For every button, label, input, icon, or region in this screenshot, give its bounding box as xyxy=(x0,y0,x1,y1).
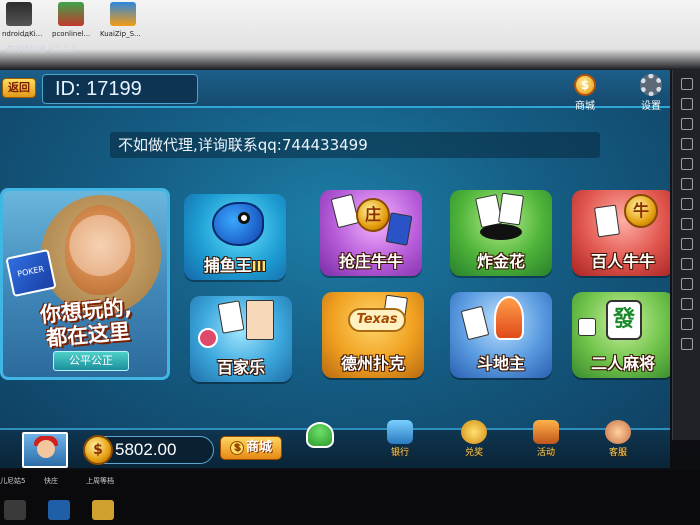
toolbar-icon[interactable] xyxy=(680,278,693,290)
game-tile-bairen-niuniu[interactable]: 牛 百人牛牛 xyxy=(572,190,670,276)
bank-icon xyxy=(387,420,413,444)
game-tile-baccarat[interactable]: 百家乐 xyxy=(190,296,292,382)
game-tile-qiangzhuang-niuniu[interactable]: 庄 抢庄牛牛 xyxy=(320,190,422,276)
toolbar-icon[interactable] xyxy=(680,198,693,210)
toolbar-icon[interactable] xyxy=(680,258,693,270)
shop-label: 商城 xyxy=(575,101,595,112)
android-app-icon[interactable] xyxy=(6,2,32,26)
kuaizip-app-icon[interactable] xyxy=(110,2,136,26)
coin-icon: $ xyxy=(574,74,596,96)
chip-icon xyxy=(198,328,218,348)
notice-marquee: 不如做代理,详询联系qq:744433499 xyxy=(110,132,600,158)
emulator-title: 夜神模拟器 6.1.1.1 xyxy=(6,45,77,54)
gold-coin-icon: 牛 xyxy=(624,194,658,228)
nav-customer-service[interactable]: 客服 xyxy=(596,420,640,458)
toolbar-icon[interactable] xyxy=(680,78,693,90)
emulator-toolbar xyxy=(672,70,700,440)
texas-badge: Texas xyxy=(348,308,406,332)
redeem-icon xyxy=(461,420,487,444)
poker-card-icon: POKER xyxy=(5,248,57,298)
fair-play-button[interactable]: 公平公正 xyxy=(53,351,129,371)
mahjong-tile-icon: 發 xyxy=(606,300,642,340)
game-tile-fishing[interactable]: 捕鱼王III xyxy=(184,194,286,280)
taskbar-icon[interactable] xyxy=(4,500,26,520)
taskbar-icon[interactable] xyxy=(48,500,70,520)
back-button[interactable]: 返回 xyxy=(2,78,36,98)
toolbar-icon[interactable] xyxy=(680,318,693,330)
game-tile-zhajinhua[interactable]: 炸金花 xyxy=(450,190,552,276)
magic-hat-icon xyxy=(480,224,522,240)
gear-icon xyxy=(640,74,662,96)
toolbar-icon[interactable] xyxy=(680,158,693,170)
toolbar-icon[interactable] xyxy=(680,298,693,310)
support-icon xyxy=(605,420,631,444)
taskbar-label: 快庄 xyxy=(44,477,58,485)
gold-amount: 5802.00 xyxy=(115,440,177,459)
fish-icon xyxy=(212,202,264,246)
king-card-icon xyxy=(246,300,274,340)
toolbar-icon[interactable] xyxy=(680,338,693,350)
shop-button[interactable]: $ 商城 xyxy=(570,74,600,112)
desktop-area: ndroidдKi... pconlinel... KuaiZip_S... 夜… xyxy=(0,0,700,70)
toolbar-icon[interactable] xyxy=(680,118,693,130)
coin-icon: $ xyxy=(229,440,244,455)
toolbar-icon[interactable] xyxy=(680,218,693,230)
promo-headline: 你想玩的, 都在这里 xyxy=(39,295,133,351)
taskbar-label: 儿尼姑5 xyxy=(0,477,26,485)
nav-activity[interactable]: 活动 xyxy=(524,420,568,458)
shop-button-bottom[interactable]: $ 商城 xyxy=(220,436,282,460)
chest-icon xyxy=(533,420,559,444)
gold-coin-icon: 庄 xyxy=(356,198,390,232)
settings-button[interactable]: 设置 xyxy=(636,74,666,112)
rocket-icon xyxy=(494,296,524,340)
playing-card-icon xyxy=(594,204,620,238)
nav-bank[interactable]: 银行 xyxy=(378,420,422,458)
desktop-icon-label: pconlinel... xyxy=(52,30,91,38)
player-id: ID: 17199 xyxy=(42,74,198,104)
promo-banner[interactable]: POKER 你想玩的, 都在这里 公平公正 xyxy=(0,188,170,380)
settings-label: 设置 xyxy=(641,101,661,112)
top-bar: 返回 ID: 17199 $ 商城 设置 xyxy=(0,70,670,112)
mushroom-icon[interactable] xyxy=(306,422,334,448)
taskbar-icon[interactable] xyxy=(92,500,114,520)
avatar[interactable] xyxy=(22,432,68,468)
playing-card-icon xyxy=(498,192,524,226)
gold-balance: $ 5802.00 xyxy=(83,435,214,465)
screen-photo: ndroidдKi... pconlinel... KuaiZip_S... 夜… xyxy=(0,0,700,525)
taskbar-label: 上周等档 xyxy=(86,477,114,485)
desktop-icon-label: KuaiZip_S... xyxy=(100,30,141,38)
dice-icon xyxy=(578,318,596,336)
coin-icon: $ xyxy=(83,435,113,465)
girl-face xyxy=(65,205,135,295)
pconline-app-icon[interactable] xyxy=(58,2,84,26)
nav-redeem[interactable]: 兑奖 xyxy=(452,420,496,458)
toolbar-icon[interactable] xyxy=(680,238,693,250)
game-tile-doudizhu[interactable]: 斗地主 xyxy=(450,292,552,378)
game-lobby: 返回 ID: 17199 $ 商城 设置 不如做代理,详询联系qq:744433… xyxy=(0,70,670,450)
toolbar-icon[interactable] xyxy=(680,178,693,190)
game-tile-texas-holdem[interactable]: Texas 德州扑克 xyxy=(322,292,424,378)
toolbar-icon[interactable] xyxy=(680,138,693,150)
toolbar-icon[interactable] xyxy=(680,98,693,110)
game-tile-mahjong[interactable]: 發 二人麻将 xyxy=(572,292,670,378)
desktop-icon-label: ndroidдKi... xyxy=(2,30,43,38)
